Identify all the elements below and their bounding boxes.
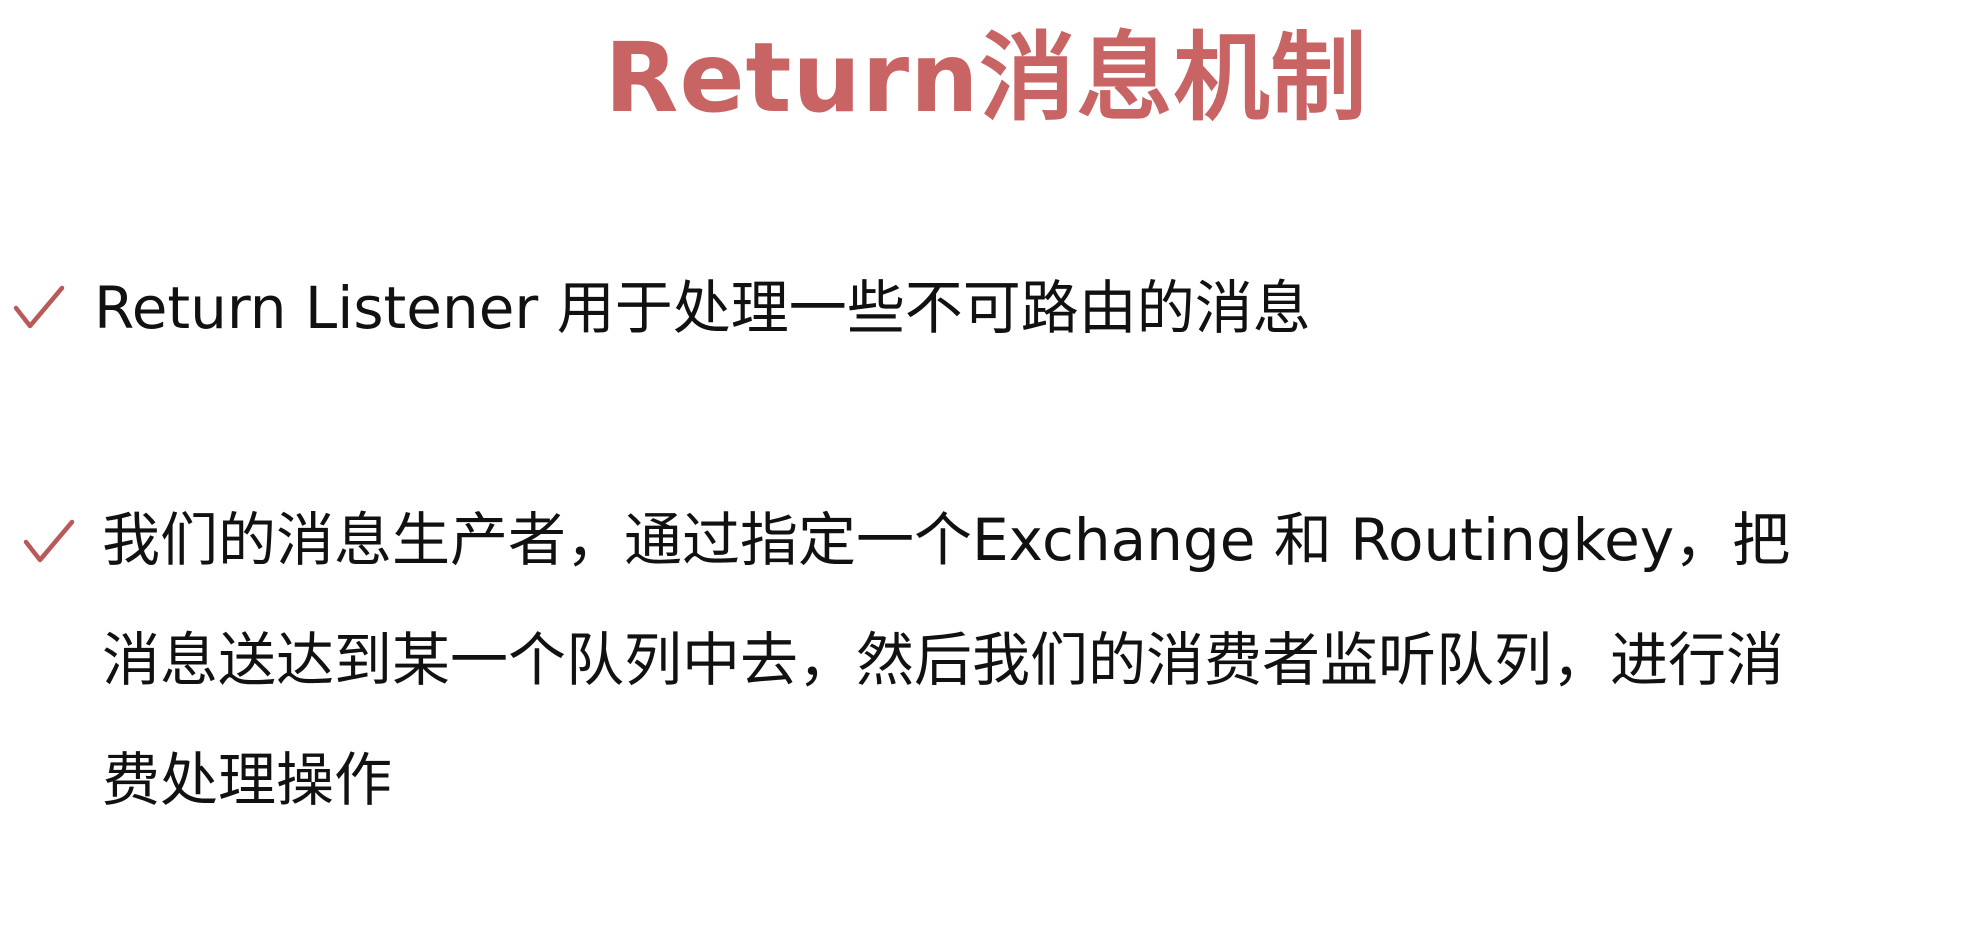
bullet-text: Return Listener 用于处理一些不可路由的消息 [94,274,1311,342]
bullet-text: 我们的消息生产者，通过指定一个Exchange 和 Routingkey，把 消… [102,480,1790,840]
check-icon [13,285,65,329]
bullet-line: 费处理操作 [102,746,393,814]
slide: Return消息机制 Return Listener 用于处理一些不可路由的消息… [0,0,1972,938]
bullet-line: 我们的消息生产者，通过指定一个Exchange 和 Routingkey，把 [102,506,1791,574]
bullet-item: Return Listener 用于处理一些不可路由的消息 [10,268,1311,348]
slide-title: Return消息机制 [604,22,1368,134]
check-icon [23,519,75,563]
bullet-line: 消息送达到某一个队列中去，然后我们的消费者监听队列，进行消 [102,626,1785,694]
bullet-item: 我们的消息生产者，通过指定一个Exchange 和 Routingkey，把 消… [20,500,1790,840]
